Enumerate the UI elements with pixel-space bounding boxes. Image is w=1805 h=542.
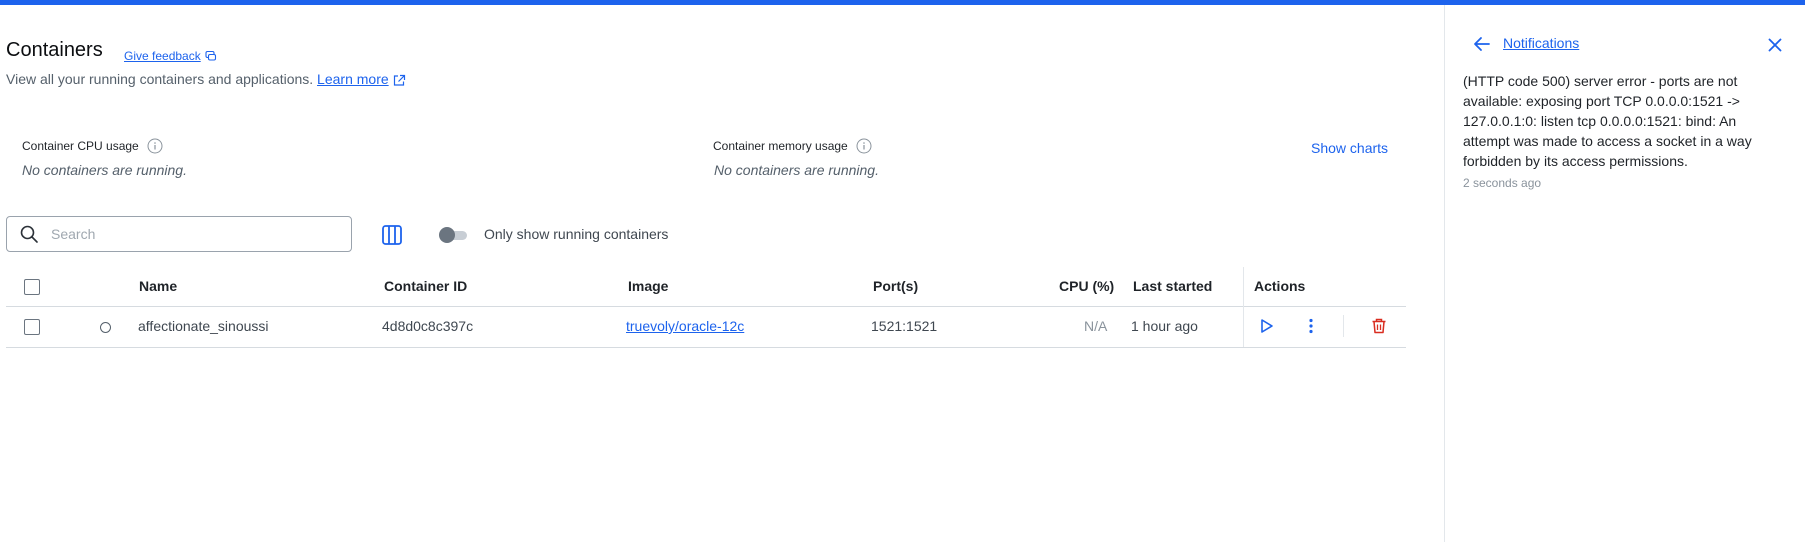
container-name[interactable]: affectionate_sinoussi <box>138 318 269 334</box>
column-header-ports[interactable]: Port(s) <box>873 278 918 294</box>
column-header-container-id[interactable]: Container ID <box>384 278 467 294</box>
notification-timestamp: 2 seconds ago <box>1463 176 1542 190</box>
info-icon[interactable] <box>856 138 872 154</box>
close-icon <box>1768 38 1782 52</box>
column-header-image[interactable]: Image <box>628 278 668 294</box>
cpu-usage-label: Container CPU usage <box>22 138 163 154</box>
column-header-actions: Actions <box>1254 278 1306 294</box>
actions-divider <box>1343 315 1344 337</box>
play-icon <box>1261 319 1273 333</box>
arrow-left-icon <box>1474 37 1490 51</box>
memory-usage-label: Container memory usage <box>713 138 872 154</box>
search-box <box>6 216 352 252</box>
show-charts-button[interactable]: Show charts <box>1311 140 1388 156</box>
container-id: 4d8d0c8c397c <box>382 318 474 334</box>
info-icon[interactable] <box>147 138 163 154</box>
page-title: Containers <box>6 39 103 61</box>
notifications-panel: Notifications (HTTP code 500) server err… <box>1444 5 1805 542</box>
close-button[interactable] <box>1765 35 1785 55</box>
notifications-title[interactable]: Notifications <box>1503 35 1579 51</box>
containers-view: Containers Give feedback View all your r… <box>0 5 1444 542</box>
start-button[interactable] <box>1255 315 1277 337</box>
trash-icon <box>1372 318 1386 334</box>
container-image-link[interactable]: truevoly/oracle-12c <box>626 318 744 334</box>
container-cpu: N/A <box>1084 318 1108 334</box>
columns-icon <box>382 225 402 245</box>
column-header-last-started[interactable]: Last started <box>1133 278 1212 294</box>
notification-message: (HTTP code 500) server error - ports are… <box>1463 73 1752 169</box>
subtitle-text: View all your running containers and app… <box>6 71 314 87</box>
page-subtitle: View all your running containers and app… <box>6 71 406 87</box>
chat-bubble-icon <box>205 50 216 61</box>
memory-usage-value: No containers are running. <box>714 162 879 178</box>
search-input[interactable] <box>49 225 343 243</box>
give-feedback-label: Give feedback <box>124 49 201 63</box>
container-status-indicator <box>100 322 111 333</box>
running-only-label: Only show running containers <box>484 226 669 242</box>
columns-button[interactable] <box>380 223 404 247</box>
kebab-menu-icon <box>1309 318 1313 334</box>
container-ports: 1521:1521 <box>871 318 938 334</box>
external-link-icon <box>393 74 405 86</box>
cpu-usage-label-text: Container CPU usage <box>22 139 139 153</box>
container-last-started: 1 hour ago <box>1131 318 1198 334</box>
row-checkbox[interactable] <box>24 319 40 335</box>
cpu-usage-value: No containers are running. <box>22 162 187 178</box>
column-header-cpu[interactable]: CPU (%) <box>1059 278 1114 294</box>
search-icon <box>19 224 39 244</box>
memory-usage-label-text: Container memory usage <box>713 139 848 153</box>
column-header-name[interactable]: Name <box>139 278 177 294</box>
toggle-knob <box>439 227 455 243</box>
give-feedback-link[interactable]: Give feedback <box>124 49 217 63</box>
table-row[interactable]: affectionate_sinoussi 4d8d0c8c397c truev… <box>6 307 1406 348</box>
delete-button[interactable] <box>1368 315 1390 337</box>
select-all-checkbox[interactable] <box>24 279 40 295</box>
back-button[interactable] <box>1471 33 1493 55</box>
table-header: Name Container ID Image Port(s) CPU (%) … <box>6 267 1406 307</box>
more-actions-button[interactable] <box>1300 315 1322 337</box>
learn-more-link[interactable]: Learn more <box>317 71 389 87</box>
running-only-toggle[interactable] <box>439 227 469 243</box>
